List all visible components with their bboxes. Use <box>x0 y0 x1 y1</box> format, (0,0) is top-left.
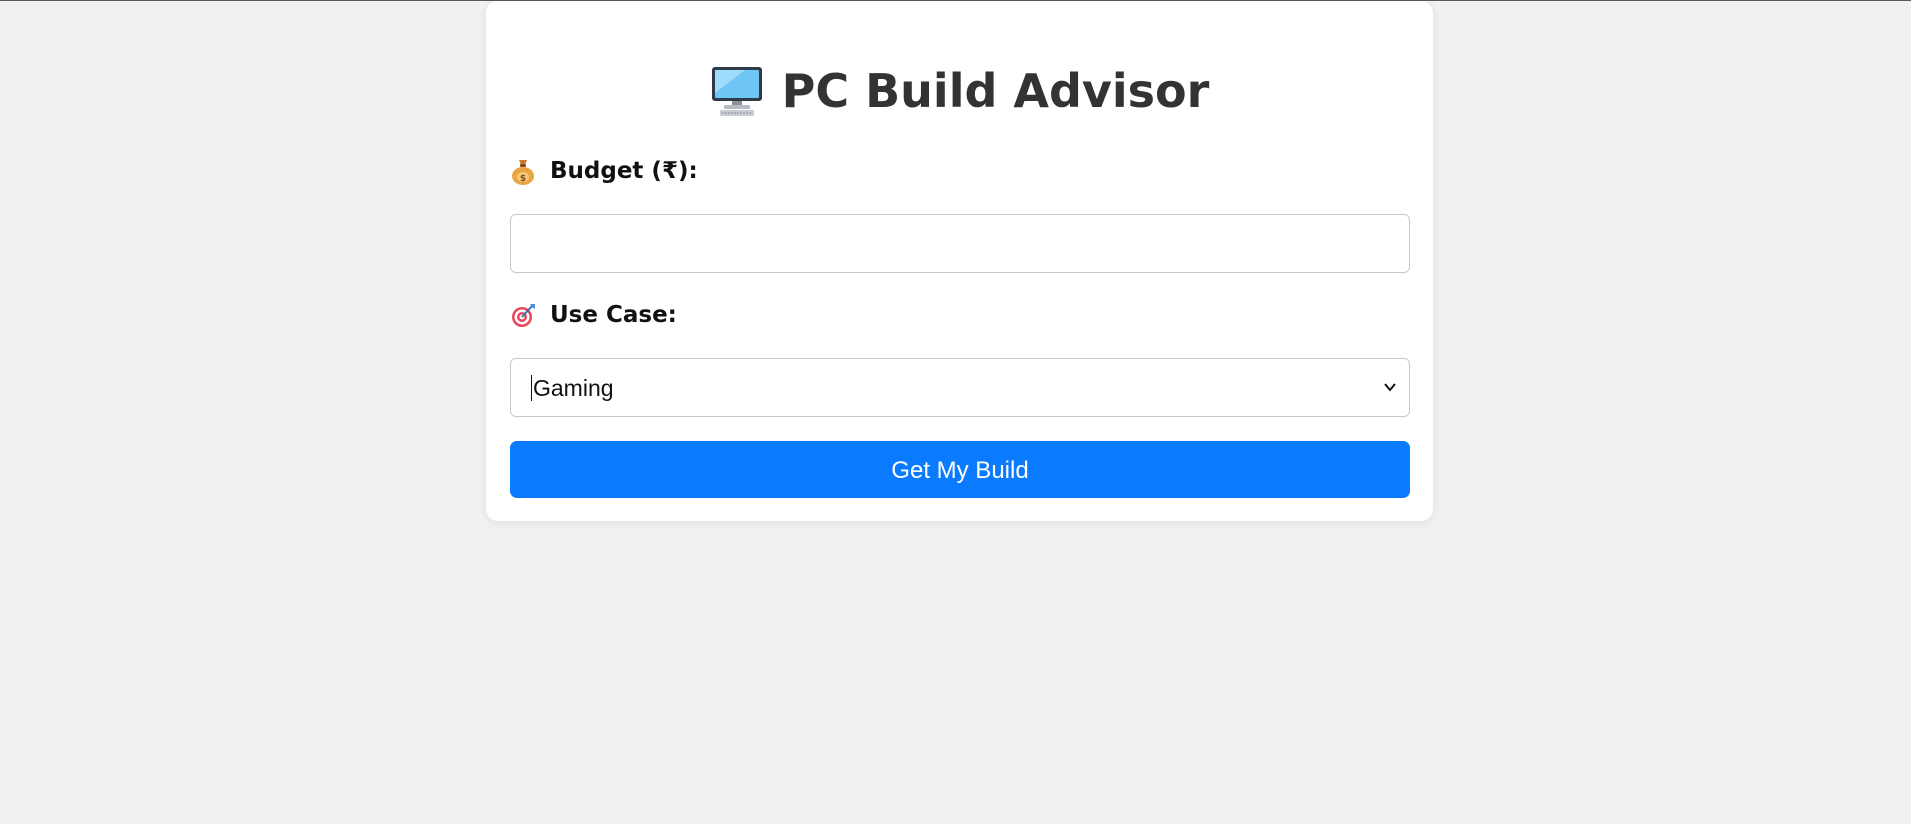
desktop-computer-icon <box>710 65 764 117</box>
budget-label-text: Budget (₹): <box>550 158 698 184</box>
use-case-selected-value: Gaming <box>531 374 614 401</box>
chevron-down-icon <box>1383 380 1397 394</box>
svg-text:$: $ <box>520 174 526 184</box>
money-bag-icon: $ <box>510 157 536 185</box>
budget-input[interactable] <box>510 214 1410 273</box>
use-case-select[interactable]: Gaming <box>510 358 1410 417</box>
page-title: PC Build Advisor <box>486 61 1433 121</box>
use-case-label: Use Case: <box>510 300 677 330</box>
budget-label: $ Budget (₹): <box>510 156 698 186</box>
advisor-card: PC Build Advisor $ Budget (₹): Use Case:… <box>486 1 1433 521</box>
use-case-label-text: Use Case: <box>550 302 677 328</box>
get-my-build-button[interactable]: Get My Build <box>510 441 1410 498</box>
target-icon <box>510 301 536 329</box>
page-title-text: PC Build Advisor <box>781 64 1210 118</box>
